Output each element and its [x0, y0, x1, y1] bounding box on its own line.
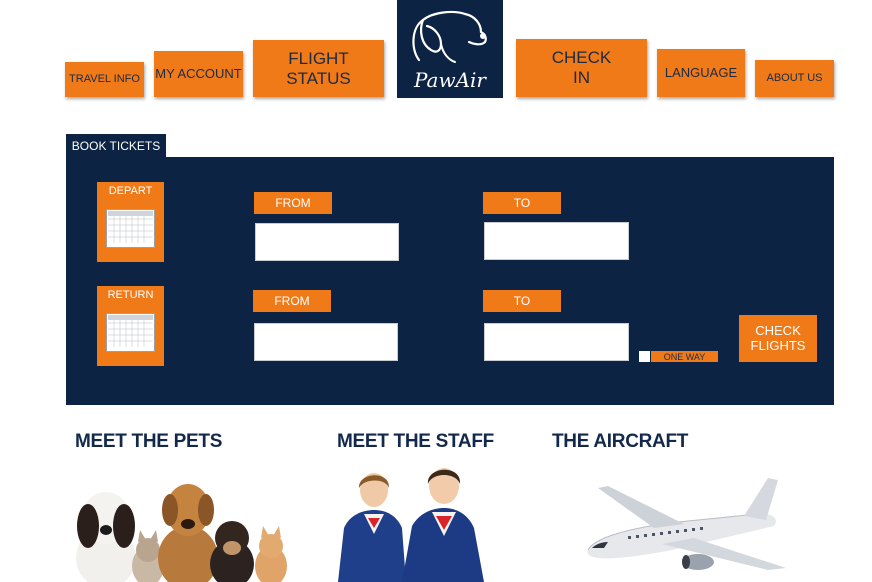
nav-language-label: LANGUAGE [664, 64, 738, 80]
calendar-icon [106, 313, 155, 352]
nav-check-in-label: CHECK IN [551, 48, 612, 87]
the-aircraft-title: THE AIRCRAFT [552, 431, 689, 452]
nav-about-us-button[interactable]: ABOUT US [755, 60, 834, 97]
nav-language-button[interactable]: LANGUAGE [657, 49, 745, 97]
one-way-checkbox[interactable] [639, 351, 650, 362]
nav-travel-info-button[interactable]: TRAVEL INFO [65, 62, 144, 97]
check-flights-button[interactable]: CHECK FLIGHTS [739, 315, 817, 362]
return-from-label: FROM [253, 290, 331, 312]
depart-from-label: FROM [254, 192, 332, 214]
tab-book-tickets[interactable]: BOOK TICKETS [66, 134, 166, 157]
nav-my-account-label: MY ACCOUNT [155, 65, 242, 81]
staff-image[interactable] [334, 458, 494, 582]
return-date-picker[interactable]: RETURN [97, 286, 164, 366]
nav-about-us-label: ABOUT US [766, 72, 823, 85]
logo-text: PawAir [413, 68, 486, 92]
pawair-logo[interactable]: PawAir [397, 0, 503, 98]
return-to-label: TO [483, 290, 561, 312]
return-to-input[interactable] [484, 323, 629, 361]
tab-book-tickets-label: BOOK TICKETS [71, 138, 161, 153]
pets-image[interactable] [66, 458, 296, 582]
nav-flight-status-button[interactable]: FLIGHT STATUS [253, 40, 384, 97]
one-way-label: ONE WAY [651, 351, 718, 362]
depart-date-picker[interactable]: DEPART [97, 182, 164, 262]
check-flights-label: CHECK FLIGHTS [750, 322, 806, 353]
meet-the-pets-title: MEET THE PETS [75, 431, 223, 452]
return-label: RETURN [107, 289, 154, 301]
return-from-input[interactable] [254, 323, 398, 361]
nav-check-in-button[interactable]: CHECK IN [516, 39, 647, 97]
nav-my-account-button[interactable]: MY ACCOUNT [154, 51, 243, 97]
nav-travel-info-label: TRAVEL INFO [69, 73, 140, 86]
meet-the-staff-title: MEET THE STAFF [337, 431, 494, 452]
depart-from-input[interactable] [255, 223, 399, 261]
booking-panel [66, 157, 834, 405]
nav-flight-status-label: FLIGHT STATUS [286, 48, 351, 88]
depart-to-input[interactable] [484, 222, 629, 260]
depart-to-label: TO [483, 192, 561, 214]
aircraft-image[interactable] [558, 458, 808, 582]
calendar-icon [106, 209, 155, 248]
depart-label: DEPART [108, 185, 153, 197]
